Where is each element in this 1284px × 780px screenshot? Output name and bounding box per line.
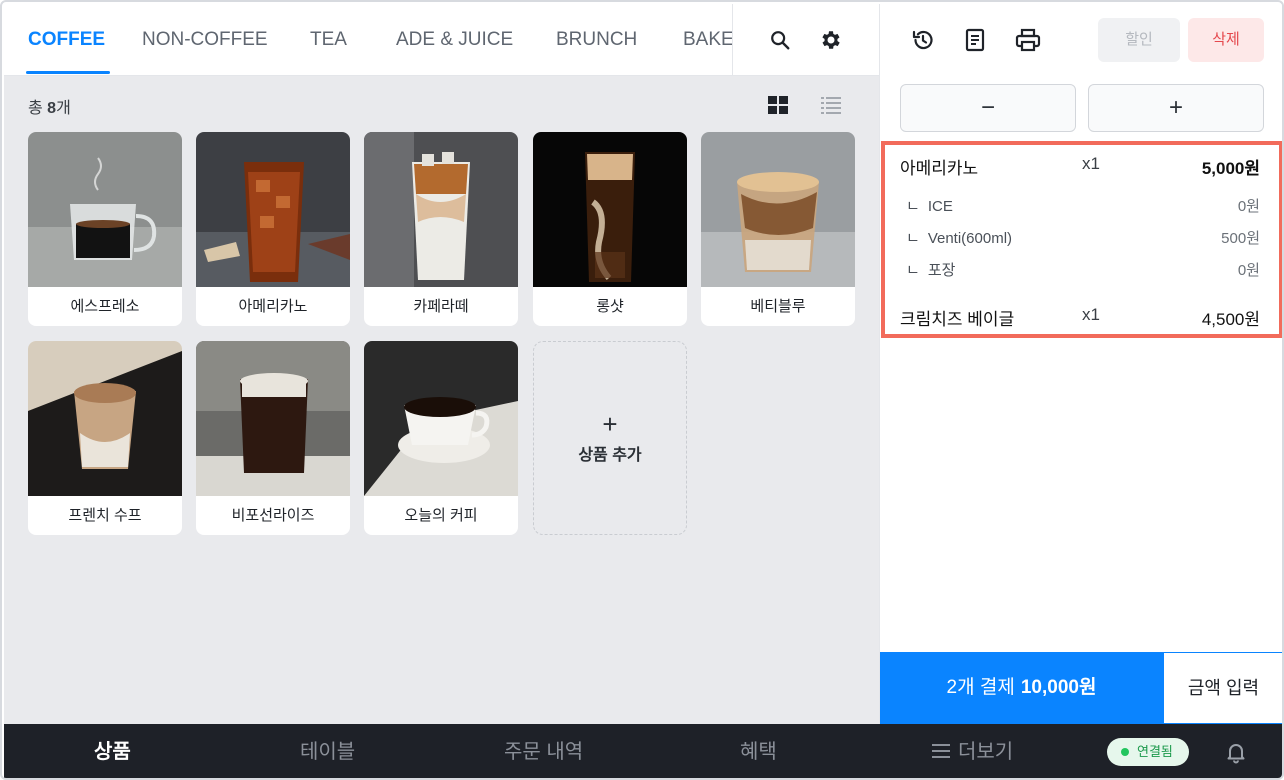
list-view-icon[interactable]: [820, 94, 844, 118]
option-name: Venti(600ml): [927, 230, 1013, 247]
order-line-cream-cheese-bagel[interactable]: 크림치즈 베이글 x1 4,500원: [900, 305, 1260, 329]
tab-brunch[interactable]: BRUNCH: [556, 4, 637, 76]
amount-input-button[interactable]: 금액 입력: [1163, 652, 1282, 724]
product-name: 오늘의 커피: [404, 507, 478, 524]
espresso-image: [28, 132, 182, 287]
nav-tables[interactable]: 테이블: [300, 724, 355, 778]
pay-button[interactable]: 2개 결제 10,000원: [880, 652, 1163, 724]
product-card-americano[interactable]: 아메리카노: [196, 132, 350, 326]
option-price: 500원: [1221, 230, 1260, 247]
tab-divider: [732, 4, 733, 76]
betty-blue-image: [701, 132, 855, 287]
tab-bakery[interactable]: BAKERY: [683, 4, 732, 76]
product-count: 총 8개: [28, 100, 71, 117]
grid-view-icon[interactable]: [767, 94, 791, 118]
tab-ade-juice[interactable]: ADE & JUICE: [396, 4, 513, 76]
order-option-row: ㄴ 포장 0원: [906, 259, 1260, 279]
product-name: 롱샷: [596, 298, 624, 315]
order-line-americano[interactable]: 아메리카노 x1 5,000원: [900, 154, 1260, 178]
product-name: 에스프레소: [70, 298, 140, 315]
product-card-todays-coffee[interactable]: 오늘의 커피: [364, 341, 518, 535]
tab-tea[interactable]: TEA: [310, 4, 347, 76]
product-card-cafe-latte[interactable]: 카페라떼: [364, 132, 518, 326]
order-item-price: 4,500원: [1201, 310, 1260, 329]
nav-more[interactable]: 더보기: [932, 724, 1014, 778]
pay-label: 2개 결제: [946, 677, 1015, 698]
order-option-row: ㄴ Venti(600ml) 500원: [906, 227, 1260, 247]
active-tab-indicator: [26, 71, 110, 74]
order-option-row: ㄴ ICE 0원: [906, 195, 1260, 215]
nav-benefits[interactable]: 혜택: [740, 724, 777, 778]
product-name: 프렌치 수프: [68, 507, 142, 524]
product-card-betty-blue[interactable]: 베티블루: [701, 132, 855, 326]
order-item-name: 크림치즈 베이글: [900, 310, 1015, 329]
discount-button[interactable]: 할인: [1098, 18, 1180, 62]
receipt-icon[interactable]: [961, 26, 989, 54]
order-item-qty: x1: [1082, 154, 1100, 173]
status-dot-icon: [1121, 748, 1129, 756]
option-prefix: ㄴ: [906, 262, 920, 279]
product-name: 아메리카노: [238, 298, 308, 315]
decrease-quantity-button[interactable]: −: [900, 84, 1076, 132]
pay-total: 10,000원: [1020, 677, 1097, 698]
option-price: 0원: [1237, 198, 1260, 215]
add-product-button[interactable]: + 상품 추가: [533, 341, 687, 535]
product-name: 베티블루: [750, 298, 806, 315]
todays-coffee-image: [364, 341, 518, 496]
product-name: 비포선라이즈: [231, 507, 315, 524]
option-price: 0원: [1237, 262, 1260, 279]
option-name: 포장: [927, 262, 956, 279]
tab-coffee[interactable]: COFFEE: [28, 4, 105, 76]
bottom-nav: 상품 테이블 주문 내역 혜택 더보기 연결됨: [4, 724, 1282, 778]
product-panel: COFFEE NON-COFFEE TEA ADE & JUICE BRUNCH…: [4, 4, 879, 724]
order-panel: 할인 삭제 − + 아메리카노 x1 5,000원 ㄴ ICE 0원 ㄴ Venti…: [879, 4, 1282, 724]
nav-products[interactable]: 상품: [94, 724, 131, 778]
pos-window: COFFEE NON-COFFEE TEA ADE & JUICE BRUNCH…: [0, 0, 1284, 780]
order-item-qty: x1: [1082, 305, 1100, 324]
search-icon[interactable]: [766, 26, 794, 54]
category-tabs: COFFEE NON-COFFEE TEA ADE & JUICE BRUNCH…: [4, 4, 879, 76]
increase-quantity-button[interactable]: +: [1088, 84, 1264, 132]
plus-icon: +: [602, 409, 618, 439]
product-card-french-soup[interactable]: 프렌치 수프: [28, 341, 182, 535]
bell-icon[interactable]: [1224, 740, 1248, 764]
add-product-label: 상품 추가: [578, 447, 642, 464]
printer-icon[interactable]: [1014, 26, 1042, 54]
category-tabs-scroll[interactable]: COFFEE NON-COFFEE TEA ADE & JUICE BRUNCH…: [4, 4, 732, 76]
option-prefix: ㄴ: [906, 230, 920, 247]
connection-label: 연결됨: [1137, 744, 1173, 759]
before-sunrise-image: [196, 341, 350, 496]
product-card-espresso[interactable]: 에스프레소: [28, 132, 182, 326]
french-soup-image: [28, 341, 182, 496]
product-name: 카페라떼: [413, 298, 469, 315]
history-icon[interactable]: [909, 26, 937, 54]
cafe-latte-image: [364, 132, 518, 287]
tab-non-coffee[interactable]: NON-COFFEE: [142, 4, 268, 76]
menu-icon: [932, 744, 950, 758]
delete-button[interactable]: 삭제: [1188, 18, 1264, 62]
gear-icon[interactable]: [817, 26, 845, 54]
product-card-long-shot[interactable]: 롱샷: [533, 132, 687, 326]
americano-image: [196, 132, 350, 287]
order-item-name: 아메리카노: [900, 159, 979, 178]
connection-status-badge: 연결됨: [1107, 738, 1189, 766]
nav-more-label: 더보기: [958, 741, 1014, 763]
option-prefix: ㄴ: [906, 198, 920, 215]
nav-order-history[interactable]: 주문 내역: [504, 724, 583, 778]
long-shot-image: [533, 132, 687, 287]
option-name: ICE: [927, 198, 953, 215]
product-card-before-sunrise[interactable]: 비포선라이즈: [196, 341, 350, 535]
order-item-price: 5,000원: [1201, 159, 1260, 178]
